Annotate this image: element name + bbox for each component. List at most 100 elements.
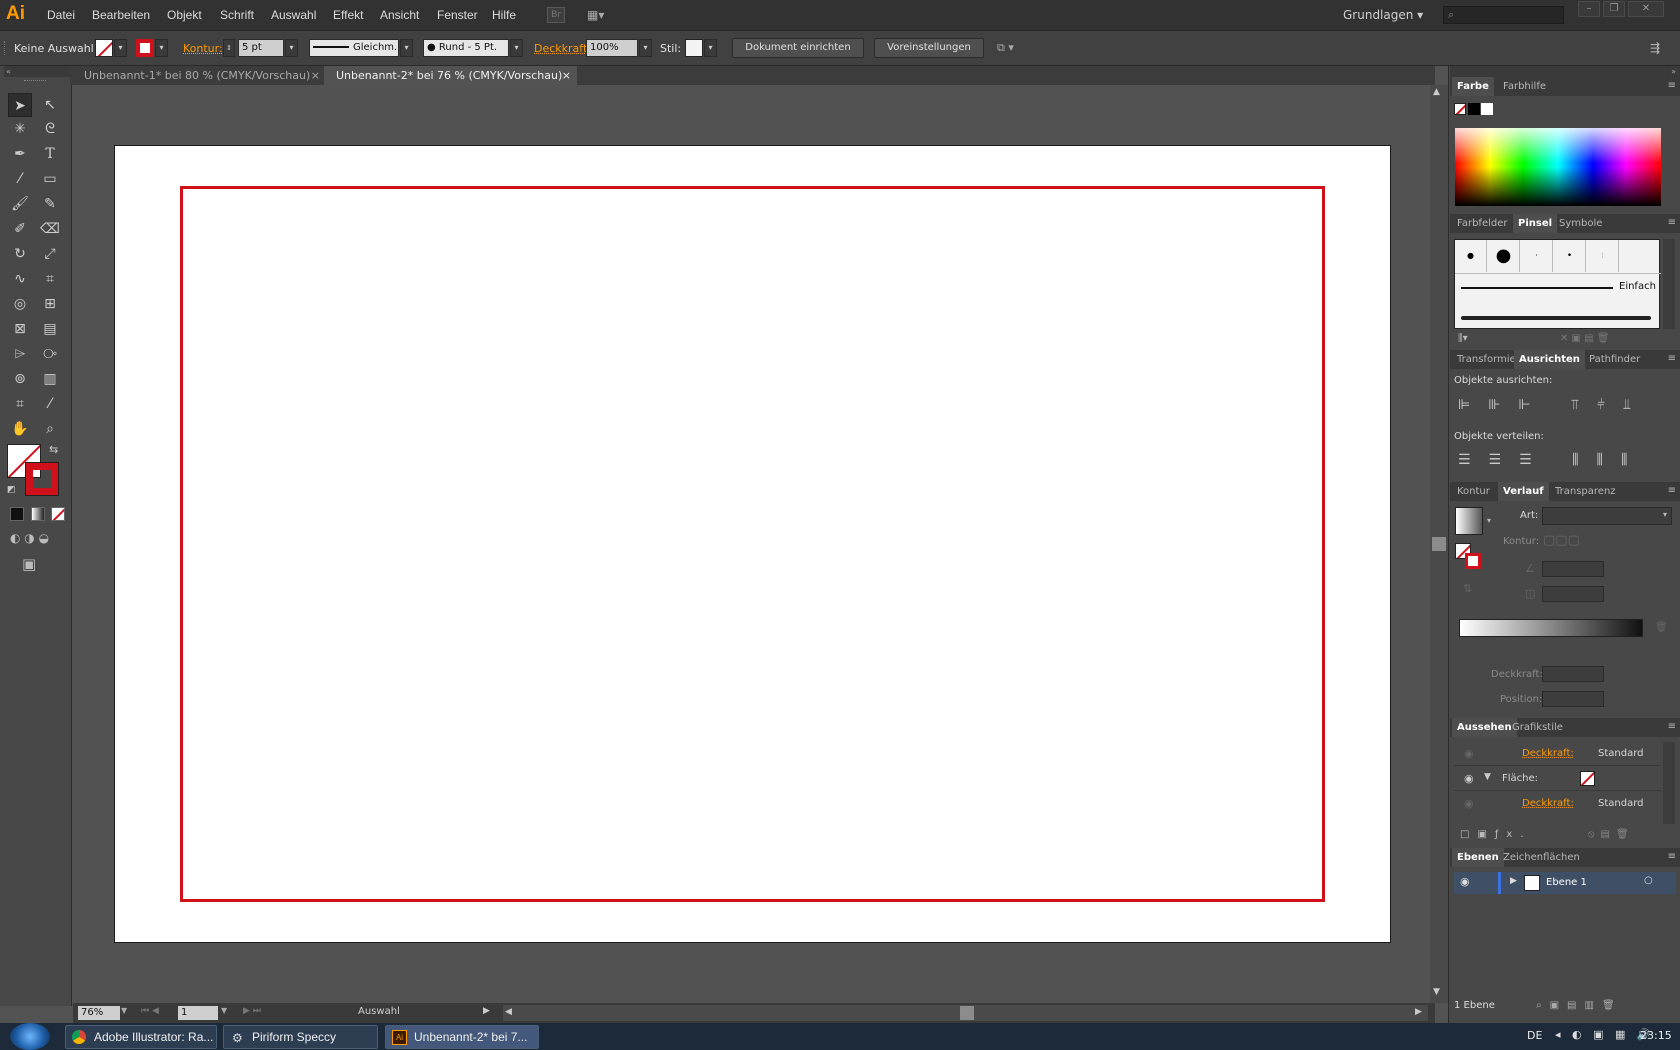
align-buttons[interactable]: ⊫⊪⊩ ⫪⫩⫫ xyxy=(1458,397,1649,413)
arrange-icon[interactable]: ⧉ ▾ xyxy=(997,41,1014,55)
menu-ansicht[interactable]: Ansicht xyxy=(380,8,419,22)
none-mode-icon[interactable] xyxy=(51,507,65,521)
brush-dropdown[interactable]: ▾ xyxy=(510,39,523,57)
stroke-color-box[interactable] xyxy=(25,462,59,496)
opacity-field[interactable]: 100% xyxy=(586,39,638,57)
gradient-stroke-buttons[interactable]: ▢▢▢ xyxy=(1543,533,1580,548)
artboard-dropdown-icon[interactable]: ▼ xyxy=(221,1006,227,1015)
taskbar-item-chrome[interactable]: Adobe Illustrator: Ra... xyxy=(65,1025,217,1049)
menu-auswahl[interactable]: Auswahl xyxy=(271,8,316,22)
tab-farbfelder[interactable]: Farbfelder xyxy=(1452,214,1512,233)
scroll-down-icon[interactable]: ▼ xyxy=(1433,987,1440,997)
brush-item[interactable]: ● xyxy=(1488,240,1520,272)
blend-tool-icon[interactable]: ⧂ xyxy=(38,342,62,366)
brush-item[interactable]: ● xyxy=(1455,240,1487,272)
gradient-preset-dropdown[interactable]: ▾ xyxy=(1487,516,1491,525)
brush-actions-icons[interactable]: ✕ ▣ ▤ 🗑 xyxy=(1560,333,1610,344)
menu-hilfe[interactable]: Hilfe xyxy=(492,8,516,22)
gradient-stroke-swatch[interactable] xyxy=(1465,553,1481,569)
brush-item[interactable]: · xyxy=(1521,240,1553,272)
pen-tool-icon[interactable]: ✒ xyxy=(8,142,32,166)
gradient-mode-icon[interactable] xyxy=(31,507,45,521)
opacity-dropdown[interactable]: ▾ xyxy=(639,39,652,57)
taskbar-item-speccy[interactable]: ⚙ Piriform Speccy xyxy=(223,1025,378,1049)
column-graph-tool-icon[interactable]: ▥ xyxy=(38,367,62,391)
delete-stop-icon[interactable]: 🗑 xyxy=(1655,622,1668,633)
artboard-nav-last-icon[interactable]: ▶ ⏭ xyxy=(243,1006,261,1016)
artboard-tool-icon[interactable]: ⌗ xyxy=(8,392,32,416)
gradient-position-field[interactable] xyxy=(1542,691,1604,707)
eyedropper-tool-icon[interactable]: ⌲ xyxy=(8,342,32,366)
gradient-preview-swatch[interactable] xyxy=(1455,507,1483,535)
scroll-thumb[interactable] xyxy=(1432,537,1446,551)
brush-list[interactable]: ● ● · • ⁞ Einfach xyxy=(1454,239,1661,329)
stroke-swatch[interactable] xyxy=(136,39,154,57)
tab-document-1[interactable]: Unbenannt-1* bei 80 % (CMYK/Vorschau) × xyxy=(72,66,324,85)
symbol-sprayer-tool-icon[interactable]: ⊚ xyxy=(8,367,32,391)
panel-menu-icon[interactable]: ≡ xyxy=(1668,485,1676,496)
scroll-thumb[interactable] xyxy=(960,1006,974,1020)
black-swatch[interactable] xyxy=(1468,103,1480,115)
draw-mode-icons[interactable]: ◐ ◑ ◒ xyxy=(10,531,49,545)
reverse-gradient-icon[interactable]: ⇅ xyxy=(1463,582,1472,595)
slice-tool-icon[interactable]: ⁄ xyxy=(38,392,62,416)
swap-colors-icon[interactable]: ⇆ xyxy=(49,443,58,456)
appearance-row-label[interactable]: Deckkraft: xyxy=(1522,798,1574,809)
tab-farbhilfe[interactable]: Farbhilfe xyxy=(1498,77,1551,96)
style-dropdown[interactable]: ▾ xyxy=(704,39,717,57)
gradient-type-select[interactable]: ▾ xyxy=(1542,507,1672,525)
scale-tool-icon[interactable]: ⤢ xyxy=(38,242,62,266)
tab-ausrichten[interactable]: Ausrichten xyxy=(1514,350,1585,369)
type-tool-icon[interactable]: T xyxy=(38,142,62,166)
tab-transparenz[interactable]: Transparenz xyxy=(1550,482,1621,501)
charcoal-brush-preview[interactable] xyxy=(1461,316,1651,320)
color-spectrum[interactable] xyxy=(1455,128,1661,206)
fill-swatch[interactable] xyxy=(1580,771,1595,786)
layer-name[interactable]: Ebene 1 xyxy=(1546,877,1587,888)
pencil-tool-icon[interactable]: ✎ xyxy=(38,192,62,216)
expand-triangle-icon[interactable]: ▼ xyxy=(1484,772,1491,782)
layer-actions-icons[interactable]: ⌕▣▤▥🗑 xyxy=(1536,1000,1623,1011)
stroke-dropdown[interactable]: ▾ xyxy=(155,39,168,57)
collapse-tools-icon[interactable]: « xyxy=(4,66,70,77)
tab-document-2[interactable]: Unbenannt-2* bei 76 % (CMYK/Vorschau) × xyxy=(324,66,577,85)
brush-field[interactable]: ● Rund - 5 Pt. xyxy=(423,39,509,57)
gradient-tool-icon[interactable]: ▤ xyxy=(38,317,62,341)
brush-library-icon[interactable]: ⫼▾ xyxy=(1458,333,1468,344)
menu-datei[interactable]: Datei xyxy=(47,8,75,22)
scroll-right-icon[interactable]: ▶ xyxy=(1415,1007,1422,1017)
line-tool-icon[interactable]: ⁄ xyxy=(8,167,32,191)
close-tab-icon[interactable]: × xyxy=(562,66,571,85)
tab-grafikstile[interactable]: Grafikstile xyxy=(1507,718,1568,737)
screen-mode-icon[interactable]: ▣ xyxy=(22,555,36,573)
tab-pinsel[interactable]: Pinsel xyxy=(1513,214,1558,233)
stroke-weight-field[interactable]: 5 pt xyxy=(238,39,284,57)
restore-button[interactable]: ❐ xyxy=(1603,1,1625,17)
stroke-label[interactable]: Kontur: xyxy=(183,42,223,55)
arrange-documents-button[interactable]: ▦▾ xyxy=(587,8,615,22)
taskbar-item-illustrator[interactable]: Ai Unbenannt-2* bei 7... xyxy=(385,1025,539,1049)
appearance-row[interactable]: ◉ Deckkraft: Standard xyxy=(1454,742,1661,766)
menu-fenster[interactable]: Fenster xyxy=(437,8,478,22)
color-mode-icon[interactable] xyxy=(10,507,24,521)
zoom-tool-icon[interactable]: ⌕ xyxy=(38,417,62,441)
tab-kontur[interactable]: Kontur xyxy=(1452,482,1495,501)
default-colors-icon[interactable]: ◩ xyxy=(7,485,16,495)
close-window-button[interactable]: ✕ xyxy=(1628,1,1664,17)
panel-menu-icon[interactable]: ≡ xyxy=(1668,353,1676,364)
brush-item[interactable]: ⁞ xyxy=(1587,240,1619,272)
preferences-button[interactable]: Voreinstellungen xyxy=(874,38,984,58)
distribute-buttons[interactable]: ☰☰☰ ⫼⫼⫼ xyxy=(1458,452,1645,468)
brush-row-basic[interactable]: Einfach xyxy=(1455,273,1661,301)
eye-icon[interactable]: ◉ xyxy=(1464,797,1474,810)
start-button[interactable] xyxy=(10,1023,50,1050)
tab-pathfinder[interactable]: Pathfinder xyxy=(1584,350,1645,369)
language-indicator[interactable]: DE xyxy=(1527,1029,1542,1042)
hand-tool-icon[interactable]: ✋ xyxy=(8,417,32,441)
panel-menu-icon[interactable]: ⇶ xyxy=(1650,41,1660,55)
workspace-switcher[interactable]: Grundlagen ▾ xyxy=(1343,8,1423,22)
rectangle-tool-icon[interactable]: ▭ xyxy=(38,167,62,191)
none-swatch[interactable] xyxy=(1454,103,1466,115)
warp-tool-icon[interactable]: ∿ xyxy=(8,267,32,291)
document-setup-button[interactable]: Dokument einrichten xyxy=(732,38,864,58)
